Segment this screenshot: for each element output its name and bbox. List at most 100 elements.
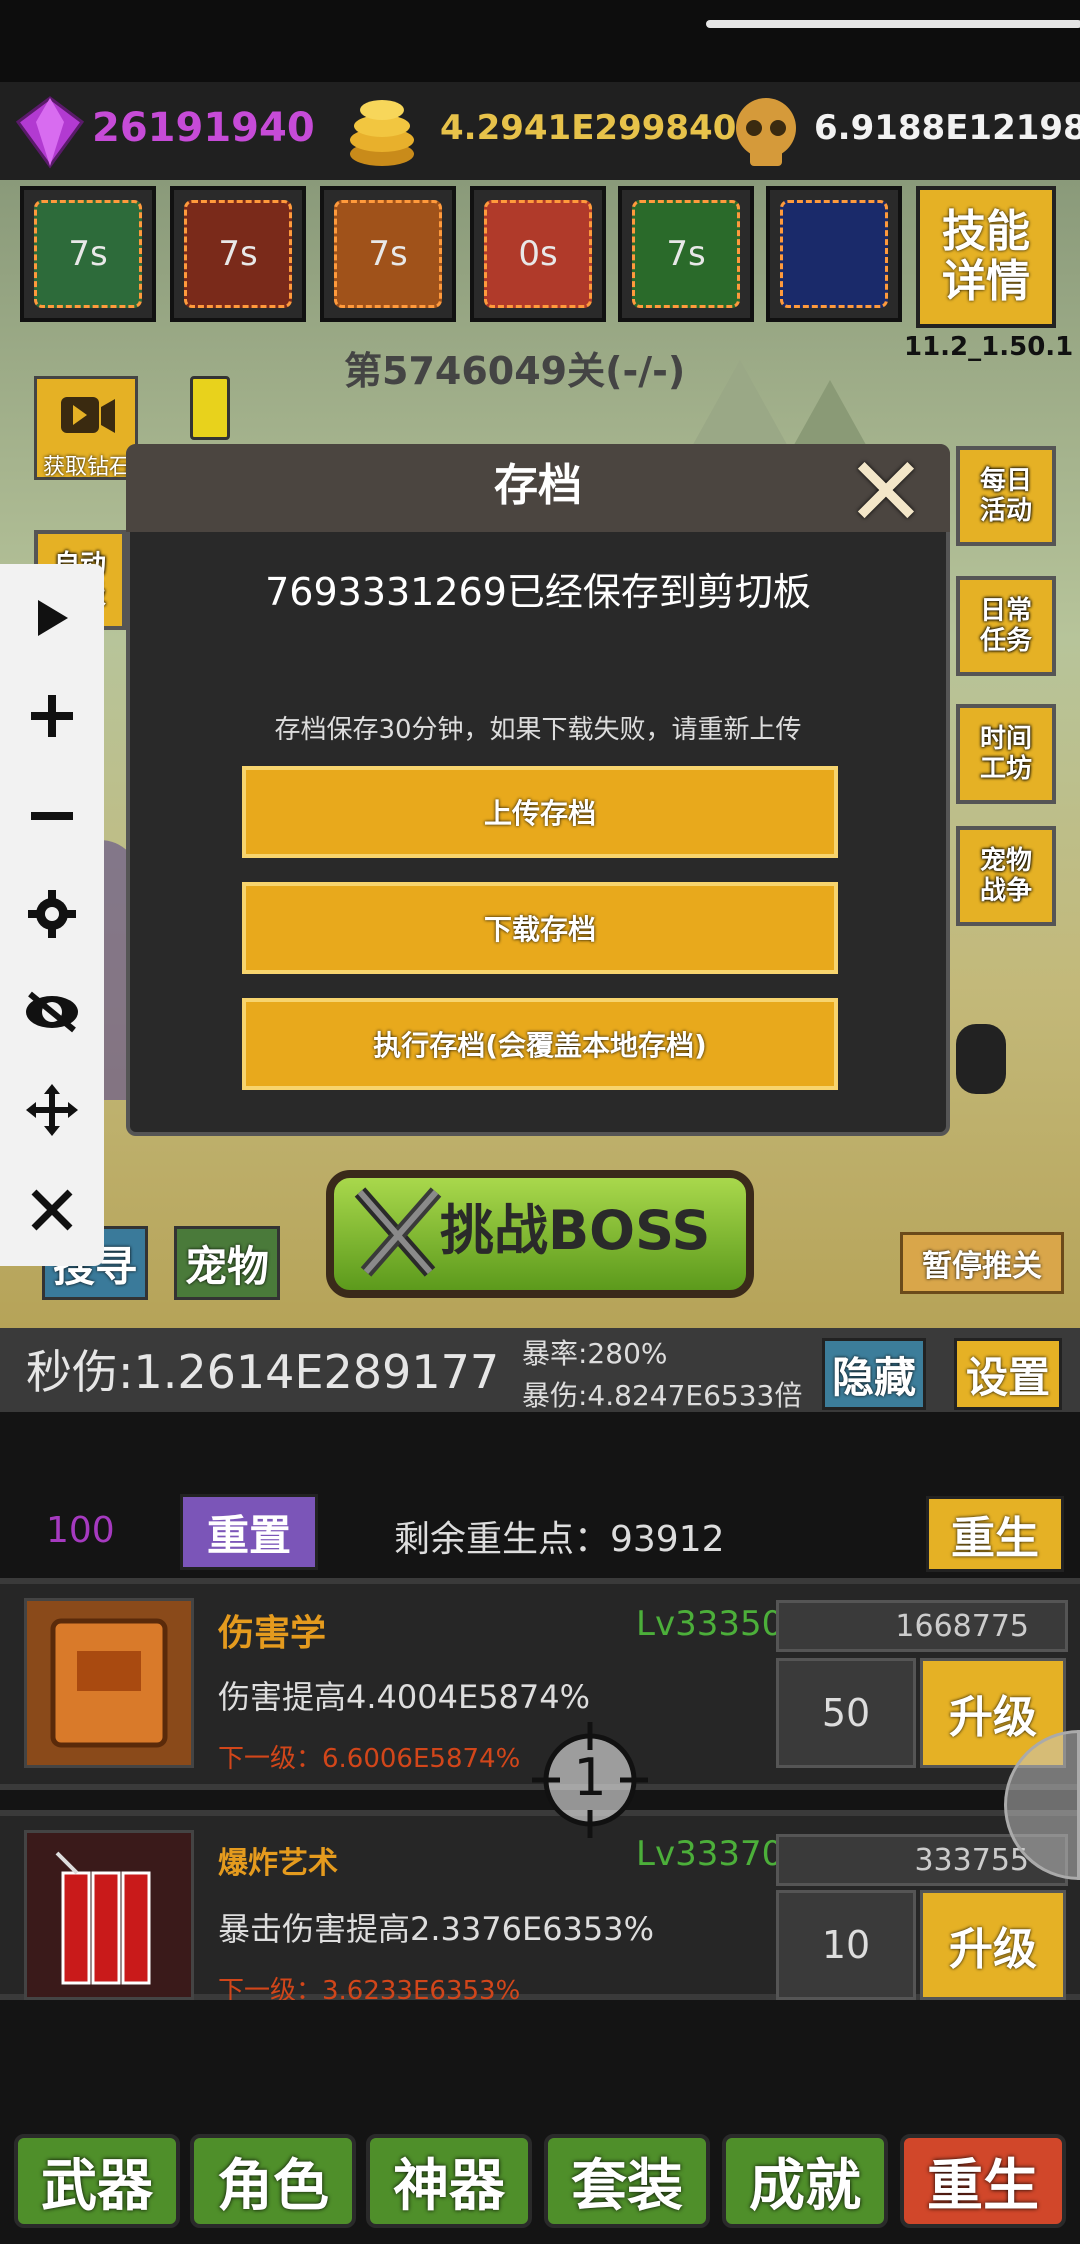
pause-progress-button[interactable]: 暂停推关 (900, 1232, 1064, 1294)
nav-sets[interactable]: 套装 (544, 2134, 710, 2228)
skill-slot-2[interactable]: 7s (170, 186, 306, 322)
reset-label: 重置 (206, 1510, 291, 1560)
daily-activity-button[interactable]: 每日活动 (956, 446, 1056, 546)
status-bar (0, 0, 1080, 82)
time-workshop-button[interactable]: 时间工坊 (956, 704, 1056, 804)
upgrade-button-label: 升级 (949, 1692, 1037, 1743)
upgrade-next-level: 下一级：6.6006E5874% (218, 1744, 521, 1774)
damage-book-icon (24, 1598, 194, 1768)
gold-count: 4.2941E299840 (440, 108, 737, 148)
save-note: 存档保存30分钟，如果下载失败，请重新上传 (274, 715, 802, 745)
skill-cooldown: 7s (184, 200, 292, 308)
nav-weapons[interactable]: 武器 (14, 2134, 180, 2228)
upgrade-cost-value: 1668775 (895, 1608, 1029, 1644)
rebirth-count: 100 (46, 1510, 115, 1551)
skill-slot-3[interactable]: 7s (320, 186, 456, 322)
plus-icon[interactable] (0, 676, 104, 756)
version-label: 11.2_1.50.1 (904, 332, 1074, 362)
pet-war-label: 宠物战争 (979, 846, 1032, 906)
nav-rebirth-label: 重生 (927, 2153, 1039, 2219)
skill-details-button[interactable]: 技能详情 (916, 186, 1056, 328)
gem-icon (12, 94, 88, 170)
crit-damage: 暴伤:4.8247E6533倍 (522, 1379, 803, 1412)
skill-cooldown: 0s (484, 200, 592, 308)
list-bottom-fade (0, 2000, 1080, 2124)
dps-value: 秒伤:1.2614E289177 (26, 1345, 500, 1399)
execute-save-button[interactable]: 执行存档(会覆盖本地存档) (242, 998, 838, 1090)
gem-count: 26191940 (92, 105, 315, 151)
nav-artifacts-label: 神器 (393, 2153, 505, 2219)
close-icon: ✕ (845, 436, 927, 548)
skill-slot-1[interactable]: 7s (20, 186, 156, 322)
yellow-bar-icon (190, 376, 230, 440)
save-message: 7693331269已经保存到剪切板 (265, 570, 811, 614)
upgrade-level: Lv33370 (636, 1834, 784, 1874)
rebirth-label: 重生 (951, 1513, 1039, 1564)
upgrade-quantity-value: 10 (821, 1923, 871, 1967)
daily-task-button[interactable]: 日常任务 (956, 576, 1056, 676)
challenge-boss-label: 挑战BOSS (440, 1199, 711, 1262)
reset-button[interactable]: 重置 (180, 1494, 318, 1570)
daily-activity-label: 每日活动 (979, 466, 1032, 526)
upgrade-quantity-value: 50 (821, 1691, 871, 1735)
pet-war-button[interactable]: 宠物战争 (956, 826, 1056, 926)
get-diamond-button[interactable]: 获取钻石 (34, 376, 138, 480)
upload-save-label: 上传存档 (483, 797, 596, 830)
hide-label: 隐藏 (831, 1352, 916, 1402)
move-icon[interactable] (0, 1070, 104, 1150)
nav-character[interactable]: 角色 (190, 2134, 356, 2228)
nav-achievements[interactable]: 成就 (722, 2134, 888, 2228)
skull-icon (724, 90, 808, 174)
crossed-swords-icon (350, 1182, 446, 1286)
upgrade-name: 爆炸艺术 (218, 1846, 338, 1881)
upgrade-quantity[interactable]: 10 (776, 1890, 916, 2000)
skill-cooldown: 7s (334, 200, 442, 308)
enemy-character (956, 1024, 1006, 1094)
crosshair-icon[interactable]: 1 (532, 1722, 648, 1838)
play-icon[interactable] (0, 578, 104, 658)
hide-button[interactable]: 隐藏 (822, 1338, 926, 1410)
close-dialog-button[interactable]: ✕ (838, 444, 934, 540)
pet-button[interactable]: 宠物 (174, 1226, 280, 1300)
settings-label: 设置 (965, 1352, 1050, 1402)
minus-icon[interactable] (0, 776, 104, 856)
gear-icon[interactable] (0, 874, 104, 954)
skill-cooldown (780, 200, 888, 308)
eye-off-icon[interactable] (0, 972, 104, 1052)
upgrade-cost-value: 333755 (914, 1842, 1029, 1878)
pause-progress-label: 暂停推关 (922, 1249, 1042, 1284)
rebirth-points: 剩余重生点：93912 (394, 1519, 725, 1560)
skill-slot-4[interactable]: 0s (470, 186, 606, 322)
skill-cooldown: 7s (632, 200, 740, 308)
skill-details-label: 技能详情 (942, 206, 1030, 307)
skill-slot-5[interactable]: 7s (618, 186, 754, 322)
upload-save-button[interactable]: 上传存档 (242, 766, 838, 858)
upgrade-description: 暴击伤害提高2.3376E6353% (218, 1910, 655, 1948)
nav-character-label: 角色 (217, 2153, 329, 2219)
skill-slot-6[interactable] (766, 186, 902, 322)
save-dialog-title: 存档 (494, 460, 582, 511)
time-workshop-label: 时间工坊 (979, 724, 1032, 784)
gold-coins-icon (340, 92, 426, 172)
nav-artifacts[interactable]: 神器 (366, 2134, 532, 2228)
dynamite-icon (24, 1830, 194, 2000)
get-diamond-label: 获取钻石 (42, 455, 131, 480)
daily-task-label: 日常任务 (979, 596, 1032, 656)
settings-button[interactable]: 设置 (954, 1338, 1062, 1410)
download-save-button[interactable]: 下载存档 (242, 882, 838, 974)
upgrade-description: 伤害提高4.4004E5874% (218, 1678, 591, 1716)
nav-rebirth[interactable]: 重生 (900, 2134, 1066, 2228)
skull-count: 6.9188E121983 (814, 108, 1080, 148)
nav-sets-label: 套装 (571, 2153, 683, 2219)
upgrade-button-label: 升级 (949, 1924, 1037, 1975)
upgrade-button[interactable]: 升级 (920, 1890, 1066, 2000)
rebirth-button[interactable]: 重生 (926, 1496, 1064, 1572)
upgrade-quantity[interactable]: 50 (776, 1658, 916, 1768)
crit-rate: 暴率:280% (522, 1337, 668, 1370)
execute-save-label: 执行存档(会覆盖本地存档) (373, 1029, 707, 1062)
pet-label: 宠物 (184, 1241, 269, 1291)
close-icon[interactable] (0, 1170, 104, 1250)
crosshair-number: 1 (573, 1748, 607, 1808)
video-icon (61, 397, 115, 433)
stage-label: 第5746049关(-/-) (344, 349, 686, 393)
